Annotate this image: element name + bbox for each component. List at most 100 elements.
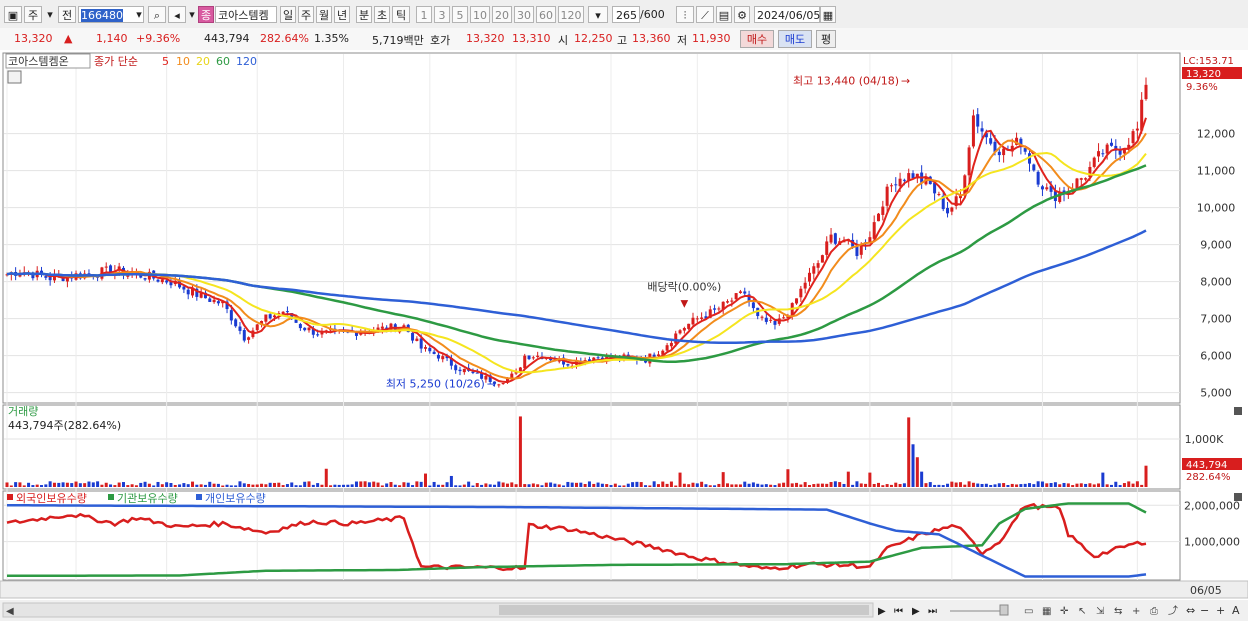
minus-icon[interactable]: −	[1200, 604, 1209, 617]
period-tab-년[interactable]: 년	[334, 6, 350, 23]
cursor-icon[interactable]: ↖	[1078, 606, 1086, 617]
interval-1[interactable]: 1	[416, 6, 432, 23]
window-icon[interactable]: ▣	[4, 6, 22, 23]
interval-dropdown-icon[interactable]: ▾	[588, 6, 608, 23]
volume-bar	[462, 484, 466, 487]
crosshair-icon[interactable]: ✛	[1060, 606, 1069, 617]
volume-bar	[954, 482, 958, 487]
bid-price: 13,310	[512, 32, 551, 45]
play-icon[interactable]: ▶	[912, 606, 920, 617]
volume-bar	[842, 483, 846, 487]
volume-bar	[562, 485, 566, 487]
eval-button[interactable]: 평	[816, 30, 836, 48]
font-size-icon[interactable]: A	[1232, 604, 1240, 617]
period-tab-일[interactable]: 일	[280, 6, 296, 23]
volume-bar	[31, 485, 35, 487]
interval-5[interactable]: 5	[452, 6, 468, 23]
volume-bar	[885, 484, 889, 487]
buy-button[interactable]: 매수	[740, 30, 774, 48]
last-page-icon[interactable]: ⏭	[928, 606, 937, 617]
date-input[interactable]: 2024/06/05	[754, 6, 820, 23]
volume-bar	[350, 484, 354, 487]
zoom-in-icon[interactable]: +	[1132, 606, 1140, 617]
interval-10[interactable]: 10	[470, 6, 490, 23]
volume-bar	[920, 471, 924, 487]
candle-body	[523, 355, 527, 369]
zoom-slider-handle[interactable]	[999, 604, 1009, 616]
x-axis-end-label: 06/05	[1190, 584, 1222, 597]
draw-tool-icon[interactable]: ⟋	[696, 6, 714, 23]
dropdown-icon[interactable]: ▾	[44, 6, 56, 23]
candle-body	[743, 291, 747, 294]
volume-bar	[1006, 484, 1010, 487]
candle-body	[691, 317, 695, 325]
search-icon[interactable]: ⌕	[148, 6, 166, 23]
sell-button[interactable]: 매도	[778, 30, 812, 48]
code-dropdown-icon[interactable]: ▾	[133, 6, 145, 23]
period-prefix-button[interactable]: 주	[24, 6, 42, 23]
period-tab-틱[interactable]: 틱	[392, 6, 410, 23]
first-page-icon[interactable]: ⏮	[894, 606, 903, 617]
candle-body	[501, 382, 505, 385]
interval-60[interactable]: 60	[536, 6, 556, 23]
volume-bar	[851, 484, 855, 487]
interval-30[interactable]: 30	[514, 6, 534, 23]
compare-icon[interactable]: ⇆	[1114, 606, 1122, 617]
candle-body	[212, 299, 216, 303]
period-tab-분[interactable]: 분	[356, 6, 372, 23]
scroll-left-icon[interactable]: ◀	[6, 606, 14, 617]
volume-bar	[976, 483, 980, 487]
candle-body	[795, 298, 799, 304]
candle-body	[454, 365, 458, 371]
grid-icon[interactable]: ▦	[1042, 606, 1051, 617]
interval-3[interactable]: 3	[434, 6, 450, 23]
period-tab-초[interactable]: 초	[374, 6, 390, 23]
volume-bar	[816, 483, 820, 487]
candle-body	[971, 115, 975, 147]
split-icon[interactable]: ⇲	[1096, 606, 1105, 617]
volume-bar	[143, 481, 147, 487]
volume-bar	[441, 484, 445, 487]
holdings-close-icon[interactable]	[1234, 493, 1242, 501]
prev-button[interactable]: 전	[58, 6, 76, 23]
volume-bar	[609, 485, 613, 487]
volume-bar	[290, 482, 294, 487]
volume-bar	[691, 482, 695, 487]
candle-body	[695, 318, 699, 320]
plus-icon[interactable]: +	[1216, 604, 1225, 617]
candle-body	[764, 317, 768, 322]
layout-icon[interactable]: ▭	[1024, 606, 1033, 617]
candle-body	[536, 355, 540, 357]
calendar-icon[interactable]: ▦	[820, 6, 836, 23]
chart-type-icon[interactable]: ⫶	[676, 6, 694, 23]
candle-body	[229, 310, 233, 321]
volume-bar	[1131, 483, 1135, 487]
stock-name-field[interactable]: 코아스템켐	[215, 6, 277, 23]
save-icon[interactable]: ▤	[716, 6, 732, 23]
speaker-dropdown-icon[interactable]: ▾	[187, 6, 197, 23]
interval-20[interactable]: 20	[492, 6, 512, 23]
scroll-thumb[interactable]	[499, 605, 869, 615]
interval-120[interactable]: 120	[558, 6, 584, 23]
volume-bar	[1036, 481, 1040, 487]
table-icon[interactable]	[7, 70, 22, 84]
pan-icon[interactable]: ⇔	[1186, 604, 1195, 617]
last-price-label: 13,320	[1186, 69, 1221, 80]
candle-body	[307, 327, 311, 331]
speaker-icon[interactable]: ◂	[168, 6, 186, 23]
volume-bar	[846, 471, 850, 487]
export-icon[interactable]: ⤴	[1168, 604, 1178, 617]
volume-bar	[109, 484, 113, 487]
volume-bar	[324, 468, 328, 487]
print-icon[interactable]: ⎙	[1150, 606, 1158, 617]
candle-body	[1101, 153, 1105, 155]
period-tab-월[interactable]: 월	[316, 6, 332, 23]
scroll-right-icon[interactable]: ▶	[878, 606, 886, 617]
volume-bar	[329, 485, 333, 487]
volume-close-icon[interactable]	[1234, 407, 1242, 415]
gear-icon[interactable]: ⚙	[734, 6, 750, 23]
price-tick-label: 7,000	[1200, 313, 1232, 326]
volume-bar	[687, 484, 691, 487]
count-input[interactable]: 265	[612, 6, 640, 23]
period-tab-주[interactable]: 주	[298, 6, 314, 23]
